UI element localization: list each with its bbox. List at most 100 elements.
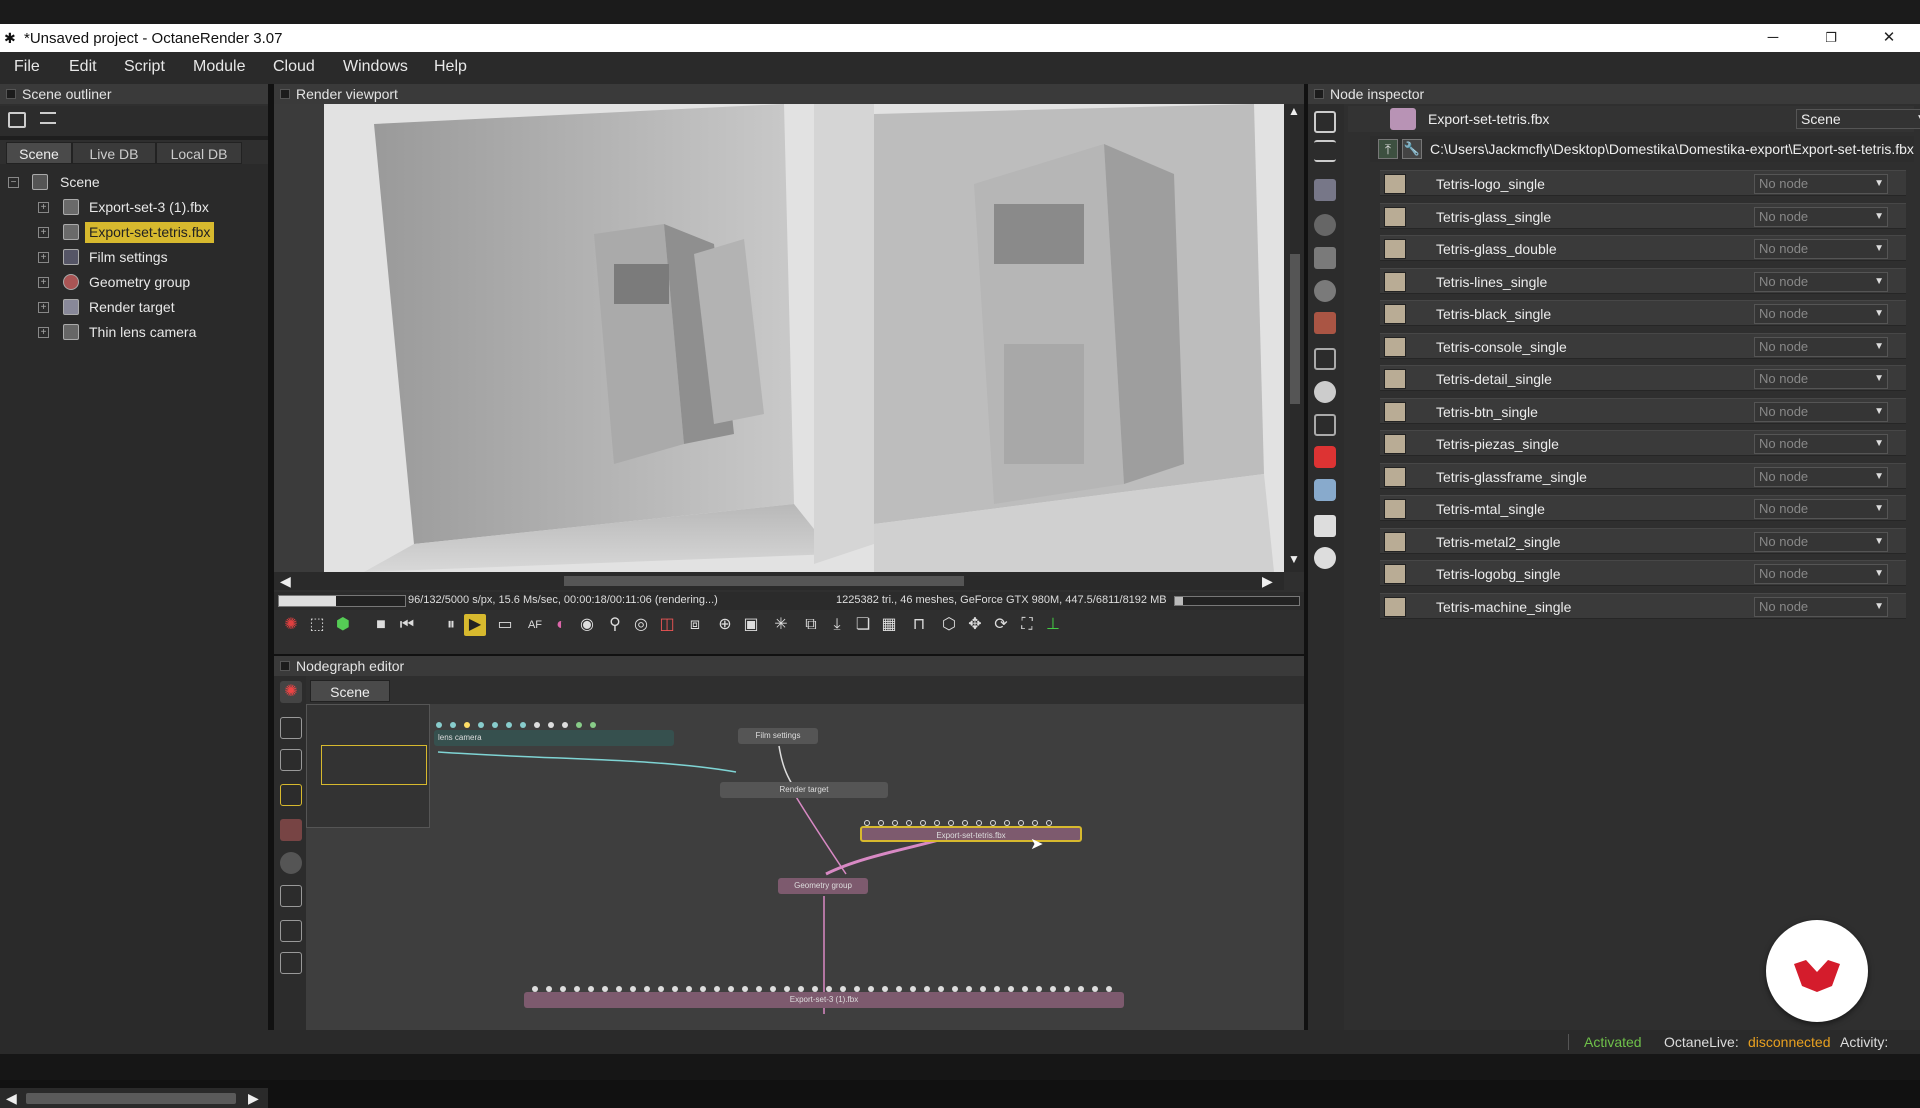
focus-picker-icon[interactable]: ◎	[630, 614, 652, 636]
zoom-icon[interactable]: ⊕	[714, 614, 736, 636]
node-select-dropdown[interactable]: No node ▼	[1754, 466, 1888, 487]
material-swatch[interactable]	[1384, 434, 1406, 454]
material-icon[interactable]	[1314, 446, 1336, 468]
expand-icon[interactable]: +	[38, 277, 49, 288]
clock-icon[interactable]	[1314, 381, 1336, 403]
environment-icon[interactable]	[1314, 247, 1336, 269]
camera-icon[interactable]	[1314, 214, 1336, 236]
minimize-button[interactable]: ─	[1750, 26, 1796, 50]
texture-icon[interactable]	[280, 852, 302, 874]
node-select-dropdown[interactable]: No node ▼	[1754, 239, 1888, 259]
material-swatch[interactable]	[1384, 239, 1406, 259]
layers-icon[interactable]	[1314, 111, 1336, 133]
expand-icon[interactable]: +	[38, 252, 49, 263]
material-swatch[interactable]	[1384, 271, 1406, 292]
node-select-dropdown[interactable]: No node ▼	[1754, 304, 1888, 324]
color-wheel-icon[interactable]: ◐	[550, 614, 572, 636]
node-select-dropdown[interactable]: No node ▼	[1754, 499, 1888, 519]
scrollbar-thumb[interactable]	[564, 576, 964, 586]
scroll-right-icon[interactable]: ▶	[248, 1090, 259, 1107]
layers-icon[interactable]: ❏	[852, 614, 874, 636]
menu-file[interactable]: File	[14, 58, 40, 76]
list-icon[interactable]	[40, 112, 56, 124]
pause-icon[interactable]: ⏸	[440, 614, 462, 636]
tab-scene[interactable]: Scene	[6, 142, 72, 164]
tree-item-render-target[interactable]: + Render target	[0, 295, 268, 320]
render-canvas[interactable]	[274, 104, 1284, 572]
menu-cloud[interactable]: Cloud	[273, 58, 315, 76]
menu-module[interactable]: Module	[193, 58, 245, 76]
node-select-dropdown[interactable]: No node ▼	[1754, 401, 1888, 422]
node-render-target[interactable]: Render target	[720, 782, 888, 798]
material-swatch[interactable]	[1384, 174, 1406, 194]
play-icon[interactable]: ▶	[464, 614, 486, 636]
scroll-left-icon[interactable]: ◀	[280, 573, 291, 590]
scope-dropdown[interactable]: Scene▼	[1796, 109, 1920, 129]
node-export-set-tetris[interactable]: Export-set-tetris.fbx	[860, 826, 1082, 842]
node-film-settings[interactable]: Film settings	[738, 728, 818, 744]
node-select-dropdown[interactable]: No node ▼	[1754, 271, 1888, 292]
material-swatch[interactable]	[1384, 336, 1406, 357]
maximize-button[interactable]: ❐	[1808, 26, 1854, 50]
panel-pin-checkbox[interactable]	[280, 661, 290, 671]
frame-icon[interactable]	[1314, 348, 1336, 370]
material-swatch[interactable]	[1384, 531, 1406, 552]
node-select-dropdown[interactable]: No node ▼	[1754, 206, 1888, 227]
viewport-vscrollbar[interactable]: ▲ ▼	[1284, 104, 1304, 572]
grid-layout-icon[interactable]	[280, 717, 302, 739]
cube-color-icon[interactable]: ⬢	[332, 614, 354, 636]
expand-icon[interactable]: +	[38, 302, 49, 313]
menu-help[interactable]: Help	[434, 58, 467, 76]
octane-logo-icon[interactable]: ✺	[280, 681, 302, 703]
tab-nodegraph-scene[interactable]: Scene	[310, 680, 390, 702]
move-icon[interactable]: ✥	[964, 614, 986, 636]
sphere-icon[interactable]	[1314, 280, 1336, 302]
paint-icon[interactable]	[1314, 312, 1336, 334]
outliner-hscrollbar[interactable]: ◀ ▶	[0, 1088, 268, 1108]
material-swatch[interactable]	[1384, 564, 1406, 584]
tab-local-db[interactable]: Local DB	[156, 142, 242, 164]
scrollbar-thumb[interactable]	[1290, 254, 1300, 404]
save-render-icon[interactable]: ⤓	[826, 614, 848, 636]
collapse-icon[interactable]: −	[8, 177, 19, 188]
list-icon[interactable]	[1314, 140, 1336, 162]
fit-view-icon[interactable]	[280, 749, 302, 771]
close-button[interactable]: ✕	[1866, 26, 1912, 50]
tab-live-db[interactable]: Live DB	[72, 142, 156, 164]
material-swatch[interactable]	[1384, 369, 1406, 389]
lock-icon[interactable]: ✳	[770, 614, 792, 636]
material-swatch[interactable]	[1384, 499, 1406, 519]
layers-icon[interactable]	[8, 112, 26, 128]
render-target-icon[interactable]	[280, 784, 302, 806]
material-swatch[interactable]	[1384, 466, 1406, 487]
nodegraph-canvas[interactable]	[306, 704, 1304, 1030]
crop-icon[interactable]: ⧈	[684, 614, 706, 636]
reload-icon[interactable]: ⤒	[1378, 139, 1398, 159]
scroll-right-icon[interactable]: ▶	[1262, 573, 1273, 590]
panel-pin-checkbox[interactable]	[6, 89, 16, 99]
node-select-dropdown[interactable]: No node ▼	[1754, 336, 1888, 357]
panel-pin-checkbox[interactable]	[280, 89, 290, 99]
viewport-hscrollbar[interactable]: ◀ ▶	[274, 572, 1284, 590]
expand-icon[interactable]: +	[38, 202, 49, 213]
expand-icon[interactable]: +	[38, 327, 49, 338]
menu-script[interactable]: Script	[124, 58, 165, 76]
image-icon[interactable]: ▦	[878, 614, 900, 636]
mesh-icon[interactable]	[1314, 479, 1336, 501]
picture-icon[interactable]	[1314, 515, 1336, 537]
scroll-up-icon[interactable]: ▲	[1288, 104, 1300, 118]
panel-pin-checkbox[interactable]	[1314, 89, 1324, 99]
material-icon[interactable]	[280, 819, 302, 841]
octane-logo-icon[interactable]: ✺	[280, 614, 302, 636]
tree-item-geometry-group[interactable]: + Geometry group	[0, 270, 268, 295]
light-icon[interactable]	[1314, 547, 1336, 569]
material-picker-icon[interactable]: ◉	[576, 614, 598, 636]
material-swatch[interactable]	[1384, 596, 1406, 617]
node-select-dropdown[interactable]: No node ▼	[1754, 531, 1888, 552]
region-render-icon[interactable]: ⬚	[306, 614, 328, 636]
texture-icon[interactable]	[1314, 414, 1336, 436]
expand-icon[interactable]: +	[38, 227, 49, 238]
scrollbar-thumb[interactable]	[26, 1093, 236, 1104]
tree-item-thin-lens-camera[interactable]: + Thin lens camera	[0, 320, 268, 345]
restart-icon[interactable]: ⏮	[396, 614, 418, 636]
